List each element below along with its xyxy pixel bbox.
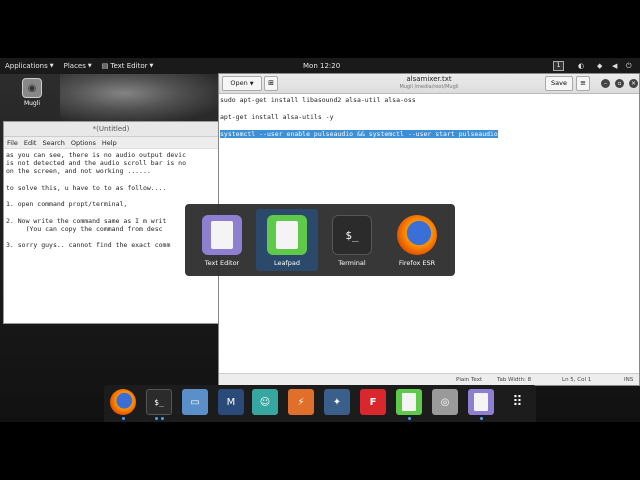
terminal-icon[interactable]: $_ xyxy=(146,389,172,415)
running-indicator xyxy=(155,417,158,420)
dock: $_ ▭ M ☺ ⚡ ✦ F ◎ ⠿ xyxy=(104,385,536,422)
menu-file[interactable]: File xyxy=(7,137,18,148)
maximize-button[interactable]: ▫ xyxy=(615,79,624,88)
text-line xyxy=(220,122,638,131)
power-icon[interactable]: ⏻ xyxy=(626,58,632,74)
workspace-indicator[interactable]: 1 xyxy=(553,61,564,71)
switcher-label: Text Editor xyxy=(204,259,240,267)
accessibility-icon[interactable]: ◐ xyxy=(578,58,584,74)
wallpaper-graphic xyxy=(60,74,220,122)
window-title: *(Untitled) xyxy=(4,122,218,137)
switcher-item-text-editor[interactable]: Text Editor xyxy=(191,209,253,271)
running-indicator xyxy=(161,417,164,420)
leafpad-icon xyxy=(267,215,307,255)
text-line: sudo apt-get install libasound2 alsa-uti… xyxy=(220,96,416,104)
maximize-icon: ▫ xyxy=(617,80,622,87)
armitage-icon[interactable]: ☺ xyxy=(252,389,278,415)
selected-text-line: systemctl --user enable pulseaudio && sy… xyxy=(220,130,638,139)
text-line xyxy=(220,105,638,114)
switcher-item-firefox[interactable]: Firefox ESR xyxy=(386,209,448,271)
text-editor-icon[interactable] xyxy=(468,389,494,415)
show-apps-icon[interactable]: ⠿ xyxy=(504,389,530,415)
minimize-button[interactable]: – xyxy=(601,79,610,88)
drive-icon: ◉ xyxy=(22,78,42,98)
header-bar: Open ▼ ⊞ alsamixer.txt Mugli /media/root… xyxy=(219,74,639,94)
faraday-icon[interactable]: F xyxy=(360,389,386,415)
menu-search[interactable]: Search xyxy=(42,137,64,148)
desktop-drive-icon[interactable]: ◉ Mugli xyxy=(20,78,44,107)
applications-label: Applications xyxy=(5,62,48,70)
status-bar: Plain Text Tab Width: 8 Ln 5, Col 1 INS xyxy=(219,373,639,385)
switcher-label: Firefox ESR xyxy=(398,259,436,267)
cherrytree-icon[interactable]: ◎ xyxy=(432,389,458,415)
terminal-icon: $_ xyxy=(332,215,372,255)
text-editor-icon xyxy=(202,215,242,255)
switcher-label: Terminal xyxy=(338,259,366,267)
minimize-icon: – xyxy=(604,80,607,87)
running-indicator xyxy=(480,417,483,420)
firefox-icon xyxy=(397,215,437,255)
maltego-icon[interactable]: ✦ xyxy=(324,389,350,415)
app-menu-label: Text Editor xyxy=(110,62,148,70)
applications-menu[interactable]: Applications ▼ xyxy=(0,58,59,74)
switcher-item-leafpad[interactable]: Leafpad xyxy=(256,209,318,271)
hamburger-menu-button[interactable]: ≡ xyxy=(576,76,590,91)
places-menu[interactable]: Places ▼ xyxy=(59,58,97,74)
insert-mode: INS xyxy=(624,377,634,383)
desktop-icon-label: Mugli xyxy=(23,100,41,107)
app-menu[interactable]: ▤ Text Editor ▼ xyxy=(97,58,159,74)
chevron-down-icon: ▼ xyxy=(149,63,154,69)
chevron-down-icon: ▼ xyxy=(49,63,54,69)
metasploit-icon[interactable]: M xyxy=(218,389,244,415)
close-icon: × xyxy=(630,80,637,87)
selection: systemctl --user enable pulseaudio && sy… xyxy=(220,130,498,138)
leafpad-icon[interactable] xyxy=(396,389,422,415)
menu-icon: ≡ xyxy=(580,79,586,87)
tab-width-selector[interactable]: Tab Width: 8 xyxy=(497,377,531,383)
top-panel: Applications ▼ Places ▼ ▤ Text Editor ▼ Mon … xyxy=(0,58,640,74)
places-label: Places xyxy=(63,62,86,70)
burpsuite-icon[interactable]: ⚡ xyxy=(288,389,314,415)
close-button[interactable]: × xyxy=(629,79,638,88)
files-icon[interactable]: ▭ xyxy=(182,389,208,415)
volume-icon[interactable]: ◀ xyxy=(612,58,617,74)
switcher-item-terminal[interactable]: $_ Terminal xyxy=(321,209,383,271)
menubar: File Edit Search Options Help xyxy=(4,137,218,149)
language-selector[interactable]: Plain Text xyxy=(456,377,482,383)
running-indicator xyxy=(408,417,411,420)
network-icon[interactable]: ◆ xyxy=(597,58,602,74)
menu-options[interactable]: Options xyxy=(71,137,96,148)
menu-help[interactable]: Help xyxy=(102,137,117,148)
firefox-icon[interactable] xyxy=(110,389,136,415)
letterbox-top xyxy=(0,0,640,58)
chevron-down-icon: ▼ xyxy=(87,63,92,69)
menu-edit[interactable]: Edit xyxy=(24,137,37,148)
running-indicator xyxy=(122,417,125,420)
letterbox-bottom xyxy=(0,422,640,480)
clock[interactable]: Mon 12:20 xyxy=(303,58,340,74)
text-editor-small-icon: ▤ xyxy=(101,62,109,70)
save-button[interactable]: Save xyxy=(545,76,573,91)
app-switcher: Text Editor Leafpad $_ Terminal Firefox … xyxy=(185,204,455,276)
cursor-position[interactable]: Ln 5, Col 1 xyxy=(562,377,591,383)
text-line: apt-get install alsa-utils -y xyxy=(220,113,334,121)
switcher-label: Leafpad xyxy=(273,259,300,267)
